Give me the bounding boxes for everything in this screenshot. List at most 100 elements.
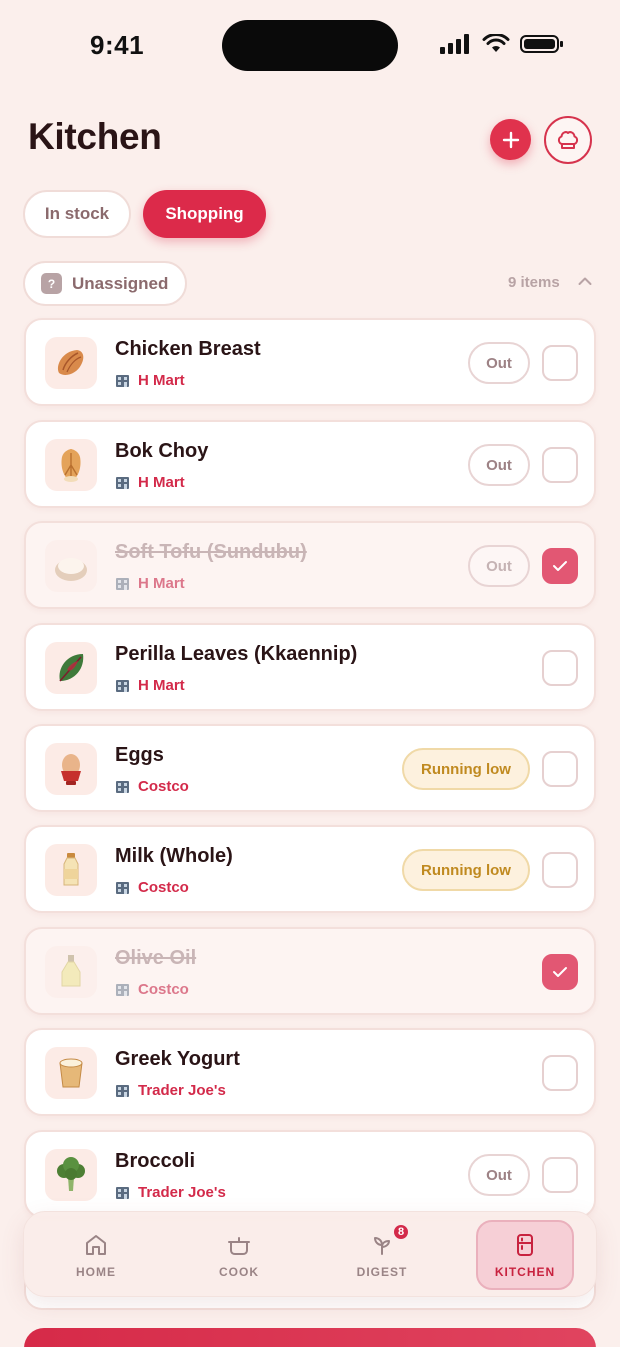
item-checkbox[interactable] xyxy=(542,650,578,686)
item-name: Bok Choy xyxy=(115,440,209,462)
nav-kitchen[interactable]: KITCHEN xyxy=(476,1220,574,1290)
item-store: Trader Joe's xyxy=(115,1184,226,1201)
add-item-button[interactable] xyxy=(490,119,531,160)
primary-action-bar[interactable] xyxy=(24,1328,596,1347)
item-store: H Mart xyxy=(115,677,185,694)
bok-choy-icon xyxy=(45,439,97,491)
question-icon: ? xyxy=(41,273,62,294)
store-name: H Mart xyxy=(138,575,185,592)
dynamic-island xyxy=(222,20,398,71)
item-name: Chicken Breast xyxy=(115,338,261,360)
sprout-icon xyxy=(374,1236,390,1255)
item-name: Soft Tofu (Sundubu) xyxy=(115,541,307,563)
store-name: Costco xyxy=(138,981,189,998)
store-icon xyxy=(116,1186,129,1199)
store-name: Trader Joe's xyxy=(138,1184,226,1201)
bottom-nav: HOME COOK 8 DIGEST KITCHEN xyxy=(23,1211,597,1297)
item-name: Perilla Leaves (Kkaennip) xyxy=(115,643,358,665)
store-icon xyxy=(116,1084,129,1097)
status-running-low-button[interactable]: Running low xyxy=(402,748,530,790)
nav-digest[interactable]: 8 DIGEST xyxy=(333,1220,431,1290)
tofu-icon xyxy=(45,540,97,592)
plus-icon xyxy=(502,131,519,148)
group-label: Unassigned xyxy=(72,273,169,293)
item-checkbox[interactable] xyxy=(542,447,578,483)
olive-oil-icon xyxy=(45,946,97,998)
list-item[interactable]: Soft Tofu (Sundubu) H Mart Out xyxy=(24,521,596,609)
notification-badge: 8 xyxy=(392,1223,410,1241)
item-name: Olive Oil xyxy=(115,947,197,969)
list-item[interactable]: Greek Yogurt Trader Joe's xyxy=(24,1028,596,1116)
item-checkbox[interactable] xyxy=(542,345,578,381)
store-name: H Mart xyxy=(138,372,185,389)
store-icon xyxy=(116,679,129,692)
item-name: Eggs xyxy=(115,744,164,766)
item-checkbox[interactable] xyxy=(542,1055,578,1091)
item-store: Costco xyxy=(115,879,189,896)
nav-label: KITCHEN xyxy=(494,1264,556,1279)
store-name: H Mart xyxy=(138,677,185,694)
list-item[interactable]: Chicken Breast H Mart Out xyxy=(24,318,596,406)
store-name: Trader Joe's xyxy=(138,1082,226,1099)
list-item[interactable]: Eggs Costco Running low xyxy=(24,724,596,812)
home-icon xyxy=(86,1234,106,1255)
nav-label: COOK xyxy=(219,1264,259,1279)
item-store: Costco xyxy=(115,778,189,795)
status-running-low-button[interactable]: Running low xyxy=(402,849,530,891)
store-icon xyxy=(116,780,129,793)
tab-in-stock[interactable]: In stock xyxy=(23,190,131,238)
store-icon xyxy=(116,983,129,996)
status-time: 9:41 xyxy=(90,30,145,60)
item-checkbox[interactable] xyxy=(542,1157,578,1193)
item-name: Greek Yogurt xyxy=(115,1048,240,1070)
store-icon xyxy=(116,374,129,387)
item-name: Milk (Whole) xyxy=(115,845,233,867)
store-icon xyxy=(116,577,129,590)
nav-label: HOME xyxy=(76,1264,116,1279)
signal-icon xyxy=(440,34,469,54)
list-item[interactable]: Perilla Leaves (Kkaennip) H Mart xyxy=(24,623,596,711)
nav-label: DIGEST xyxy=(356,1264,408,1279)
status-bar: 9:41 xyxy=(0,0,620,90)
milk-bottle-icon xyxy=(45,844,97,896)
nav-cook[interactable]: COOK xyxy=(190,1220,288,1290)
broccoli-icon xyxy=(45,1149,97,1201)
status-icons xyxy=(440,34,564,54)
item-checkbox[interactable] xyxy=(542,954,578,990)
item-checkbox[interactable] xyxy=(542,852,578,888)
item-store: Costco xyxy=(115,981,189,998)
status-out-button[interactable]: Out xyxy=(468,1154,530,1196)
nav-home[interactable]: HOME xyxy=(47,1220,145,1290)
chevron-up-icon[interactable] xyxy=(578,276,592,286)
item-store: H Mart xyxy=(115,372,185,389)
status-out-button[interactable]: Out xyxy=(468,545,530,587)
item-checkbox[interactable] xyxy=(542,548,578,584)
status-out-button[interactable]: Out xyxy=(468,342,530,384)
group-chip-unassigned[interactable]: ? Unassigned xyxy=(23,261,187,306)
store-name: Costco xyxy=(138,879,189,896)
store-icon xyxy=(116,476,129,489)
list-item[interactable]: Olive Oil Costco xyxy=(24,927,596,1015)
checkmark-icon xyxy=(553,561,567,571)
item-name: Broccoli xyxy=(115,1150,196,1172)
list-item[interactable]: Bok Choy H Mart Out xyxy=(24,420,596,508)
pot-icon xyxy=(228,1236,250,1255)
store-name: H Mart xyxy=(138,474,185,491)
status-out-button[interactable]: Out xyxy=(468,444,530,486)
item-store: H Mart xyxy=(115,474,185,491)
chicken-icon xyxy=(45,337,97,389)
wifi-icon xyxy=(482,34,510,52)
chef-profile-button[interactable] xyxy=(544,116,592,164)
item-checkbox[interactable] xyxy=(542,751,578,787)
item-store: H Mart xyxy=(115,575,185,592)
store-icon xyxy=(116,881,129,894)
page-title: Kitchen xyxy=(28,116,162,157)
item-store: Trader Joe's xyxy=(115,1082,226,1099)
tab-shopping[interactable]: Shopping xyxy=(143,190,266,238)
perilla-leaf-icon xyxy=(45,642,97,694)
chef-hat-icon xyxy=(557,131,579,149)
store-name: Costco xyxy=(138,778,189,795)
fridge-icon xyxy=(517,1233,533,1256)
list-item[interactable]: Broccoli Trader Joe's Out xyxy=(24,1130,596,1218)
list-item[interactable]: Milk (Whole) Costco Running low xyxy=(24,825,596,913)
